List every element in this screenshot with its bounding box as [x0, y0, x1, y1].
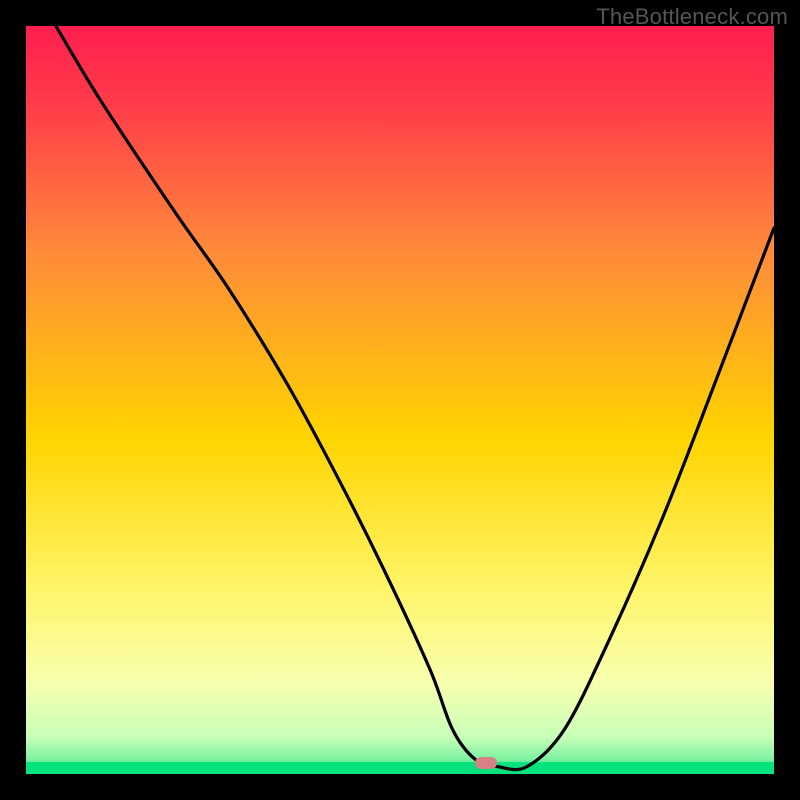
watermark-text: TheBottleneck.com — [596, 4, 788, 30]
optimum-band — [26, 762, 774, 774]
chart-background-gradient — [26, 26, 774, 774]
chart-frame — [26, 26, 774, 774]
optimum-marker — [475, 757, 497, 769]
